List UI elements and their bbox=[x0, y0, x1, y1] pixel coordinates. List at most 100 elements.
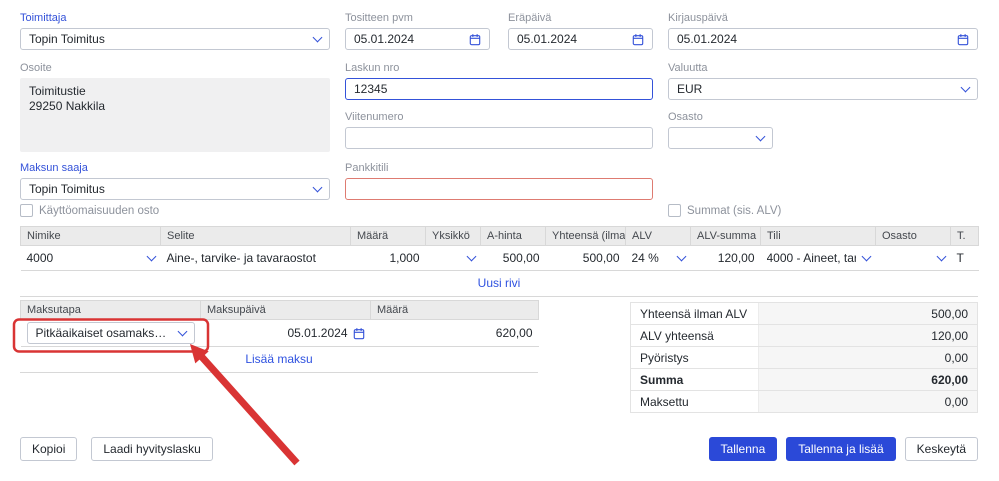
line-items-table: Nimike Selite Määrä Yksikkö A-hinta Yhte… bbox=[20, 226, 979, 271]
posting-date-group: Kirjauspäivä 05.01.2024 bbox=[668, 12, 978, 50]
col-header-a-hinta: A-hinta bbox=[481, 227, 546, 246]
col-header-alv: ALV bbox=[626, 227, 691, 246]
payee-value: Topin Toimitus bbox=[29, 182, 105, 196]
bank-account-group: Pankkitili bbox=[345, 162, 653, 200]
payment-method-select[interactable]: Pitkäaikaiset osamaksuvelat bbox=[27, 322, 195, 344]
payment-amount-cell[interactable]: 620,00 bbox=[371, 320, 539, 347]
item-account-value: 4000 - Aineet, tarvikkeet ja t bbox=[767, 251, 856, 265]
calendar-icon[interactable] bbox=[632, 33, 644, 46]
totals-label: Yhteensä ilman ALV bbox=[631, 303, 758, 324]
totals-value: 0,00 bbox=[758, 347, 977, 368]
supplier-select[interactable]: Topin Toimitus bbox=[20, 28, 330, 50]
totals-value: 0,00 bbox=[758, 391, 977, 412]
item-description-cell[interactable]: Aine-, tarvike- ja tavaraostot bbox=[161, 246, 351, 271]
calendar-icon[interactable] bbox=[353, 327, 365, 340]
col-header-t: T. bbox=[951, 227, 979, 246]
save-and-add-button[interactable]: Tallenna ja lisää bbox=[786, 437, 895, 461]
voucher-date-label: Tositteen pvm bbox=[345, 12, 490, 24]
cancel-button[interactable]: Keskeytä bbox=[905, 437, 978, 461]
col-header-maksupaiva: Maksupäivä bbox=[201, 301, 371, 320]
currency-value: EUR bbox=[677, 82, 702, 96]
purchase-invoice-form: Toimittaja Topin Toimitus Tositteen pvm … bbox=[0, 0, 999, 481]
payee-group: Maksun saaja Topin Toimitus bbox=[20, 162, 330, 200]
col-header-nimike: Nimike bbox=[21, 227, 161, 246]
payee-select[interactable]: Topin Toimitus bbox=[20, 178, 330, 200]
add-payment-container: Lisää maksu bbox=[20, 347, 538, 373]
item-quantity-cell[interactable]: 1,000 bbox=[351, 246, 426, 271]
reference-number-group: Viitenumero bbox=[345, 111, 653, 149]
item-code-select[interactable]: 4000 bbox=[27, 248, 155, 268]
item-unit-select[interactable] bbox=[432, 248, 475, 268]
reference-number-input[interactable] bbox=[345, 127, 653, 149]
payments-header-row: Maksutapa Maksupäivä Määrä bbox=[21, 301, 539, 320]
item-account-select[interactable]: 4000 - Aineet, tarvikkeet ja t bbox=[767, 248, 870, 268]
due-date-label: Eräpäivä bbox=[508, 12, 653, 24]
left-actions: Kopioi Laadi hyvityslasku bbox=[20, 437, 213, 461]
invoice-number-group: Laskun nro bbox=[345, 62, 653, 100]
new-row-link[interactable]: Uusi rivi bbox=[478, 276, 521, 290]
address-box[interactable]: Toimitustie 29250 Nakkila bbox=[20, 78, 330, 152]
calendar-icon[interactable] bbox=[957, 33, 969, 46]
supplier-field-group: Toimittaja Topin Toimitus bbox=[20, 12, 330, 50]
item-vat-select[interactable]: 24 % bbox=[632, 248, 685, 268]
chevron-down-icon bbox=[861, 252, 871, 262]
bank-account-label: Pankkitili bbox=[345, 162, 653, 174]
chevron-down-icon bbox=[961, 83, 971, 93]
add-payment-link[interactable]: Lisää maksu bbox=[245, 352, 312, 366]
department-group: Osasto bbox=[668, 111, 773, 149]
totals-row-vat: ALV yhteensä 120,00 bbox=[630, 324, 978, 347]
currency-select[interactable]: EUR bbox=[668, 78, 978, 100]
address-label: Osoite bbox=[20, 62, 330, 74]
col-header-maara: Määrä bbox=[351, 227, 426, 246]
copy-button[interactable]: Kopioi bbox=[20, 437, 77, 461]
asset-purchase-checkbox-label: Käyttöomaisuuden osto bbox=[39, 205, 159, 217]
item-vat-amount-cell: 120,00 bbox=[691, 246, 761, 271]
totals-value: 500,00 bbox=[758, 303, 977, 324]
payment-method-value: Pitkäaikaiset osamaksuvelat bbox=[36, 326, 173, 340]
credit-note-button[interactable]: Laadi hyvityslasku bbox=[91, 437, 212, 461]
voucher-date-value: 05.01.2024 bbox=[354, 32, 414, 46]
line-items-section: Nimike Selite Määrä Yksikkö A-hinta Yhte… bbox=[20, 226, 978, 297]
item-unit-price-cell[interactable]: 500,00 bbox=[481, 246, 546, 271]
department-select[interactable] bbox=[668, 127, 773, 149]
col-header-alv-summa: ALV-summa bbox=[691, 227, 761, 246]
item-t-flag-cell: T bbox=[951, 246, 979, 271]
voucher-date-group: Tositteen pvm 05.01.2024 bbox=[345, 12, 490, 50]
col-header-tili: Tili bbox=[761, 227, 876, 246]
amounts-incl-vat-checkbox-label: Summat (sis. ALV) bbox=[687, 205, 781, 217]
payment-row: Pitkäaikaiset osamaksuvelat 05.01.2024 6… bbox=[21, 320, 539, 347]
payee-label: Maksun saaja bbox=[20, 162, 330, 174]
save-button[interactable]: Tallenna bbox=[709, 437, 778, 461]
item-department-select[interactable] bbox=[882, 248, 945, 268]
department-label: Osasto bbox=[668, 111, 773, 123]
posting-date-field[interactable]: 05.01.2024 bbox=[668, 28, 978, 50]
chevron-down-icon bbox=[146, 252, 156, 262]
totals-label: Maksettu bbox=[631, 391, 758, 412]
col-header-osasto: Osasto bbox=[876, 227, 951, 246]
payment-date-field[interactable]: 05.01.2024 bbox=[207, 326, 365, 340]
due-date-group: Eräpäivä 05.01.2024 bbox=[508, 12, 653, 50]
col-header-payment-maara: Määrä bbox=[371, 301, 539, 320]
checkbox-icon bbox=[668, 204, 681, 217]
due-date-field[interactable]: 05.01.2024 bbox=[508, 28, 653, 50]
address-group: Osoite Toimitustie 29250 Nakkila bbox=[20, 62, 330, 152]
chevron-down-icon bbox=[313, 33, 323, 43]
posting-date-label: Kirjauspäivä bbox=[668, 12, 978, 24]
col-header-maksutapa: Maksutapa bbox=[21, 301, 201, 320]
chevron-down-icon bbox=[936, 252, 946, 262]
invoice-number-input[interactable] bbox=[345, 78, 653, 100]
checkbox-icon bbox=[20, 204, 33, 217]
bank-account-input[interactable] bbox=[345, 178, 653, 200]
totals-row-rounding: Pyöristys 0,00 bbox=[630, 346, 978, 369]
totals-label: Pyöristys bbox=[631, 347, 758, 368]
chevron-down-icon bbox=[756, 132, 766, 142]
invoice-number-label: Laskun nro bbox=[345, 62, 653, 74]
amounts-incl-vat-checkbox[interactable]: Summat (sis. ALV) bbox=[668, 204, 781, 217]
totals-value: 620,00 bbox=[758, 369, 977, 390]
asset-purchase-checkbox[interactable]: Käyttöomaisuuden osto bbox=[20, 204, 159, 217]
totals-label: Summa bbox=[631, 369, 758, 390]
col-header-selite: Selite bbox=[161, 227, 351, 246]
voucher-date-field[interactable]: 05.01.2024 bbox=[345, 28, 490, 50]
supplier-label: Toimittaja bbox=[20, 12, 330, 24]
calendar-icon[interactable] bbox=[469, 33, 481, 46]
